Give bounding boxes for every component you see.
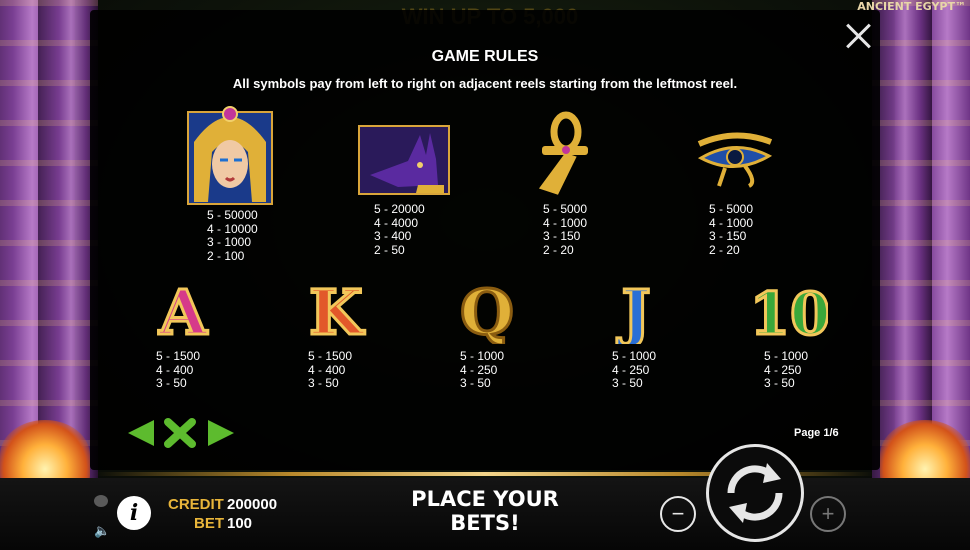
pay-line: 2 - 50	[374, 242, 405, 257]
eye-paytable: 5 - 5000 4 - 1000 3 - 150 2 - 20	[709, 202, 754, 257]
ankh-symbol-icon	[538, 111, 588, 195]
pay-line: 4 - 250	[764, 362, 802, 377]
cleopatra-paytable: 5 - 50000 4 - 10000 3 - 1000 2 - 100	[207, 208, 258, 263]
pay-line: 3 - 400	[374, 229, 412, 243]
decrease-bet-button[interactable]: −	[660, 496, 696, 532]
panel-title: GAME RULES	[431, 48, 539, 65]
pay-line: 3 - 50	[460, 376, 491, 390]
menu-icon[interactable]	[94, 495, 108, 507]
symbol-label: J	[616, 278, 650, 344]
symbol-label: 10	[752, 280, 828, 344]
bet-label: BET	[194, 515, 224, 532]
pay-line: 5 - 5000	[543, 202, 588, 216]
increase-bet-button[interactable]: +	[810, 496, 846, 532]
pay-line: 5 - 5000	[709, 202, 754, 216]
bet-value: 100	[227, 515, 253, 532]
number-ten-paytable: 5 - 1000 4 - 250 3 - 50	[764, 349, 809, 391]
pay-line: 3 - 150	[543, 229, 581, 243]
pay-line: 2 - 20	[543, 242, 574, 257]
letter-a-symbol-icon: A	[156, 278, 209, 344]
letter-q-paytable: 5 - 1000 4 - 250 3 - 50	[460, 349, 505, 391]
pay-line: 3 - 50	[156, 376, 187, 390]
speaker-icon[interactable]: 🔈	[94, 523, 110, 539]
close-icon[interactable]	[845, 22, 873, 50]
pay-line: 4 - 10000	[207, 221, 258, 236]
arrow-left-icon[interactable]	[126, 418, 156, 448]
pay-line: 3 - 50	[308, 376, 339, 390]
right-pillar-inner	[872, 0, 932, 480]
info-button[interactable]: i	[117, 496, 151, 530]
anubis-paytable: 5 - 20000 4 - 4000 3 - 400 2 - 50	[374, 202, 425, 257]
arrow-right-icon[interactable]	[206, 418, 236, 448]
number-ten-symbol-icon: 10	[752, 279, 828, 345]
pay-line: 4 - 250	[612, 362, 650, 377]
credit-label: CREDIT	[168, 496, 224, 513]
anubis-symbol-icon	[358, 125, 450, 195]
page-indicator: Page 1/6	[794, 427, 839, 439]
pay-line: 2 - 20	[709, 242, 740, 257]
pay-line: 5 - 1000	[460, 349, 505, 363]
eye-of-horus-symbol-icon	[697, 132, 773, 188]
pay-line: 5 - 1000	[612, 349, 657, 363]
cleopatra-symbol-icon	[187, 106, 273, 205]
pay-line: 3 - 50	[764, 376, 795, 390]
panel-subtitle: All symbols pay from left to right on ad…	[232, 76, 738, 91]
left-pillar-inner	[38, 0, 98, 480]
pay-line: 4 - 250	[460, 362, 498, 377]
pay-line: 5 - 20000	[374, 202, 425, 216]
x-icon[interactable]	[164, 418, 196, 448]
pay-line: 5 - 1000	[764, 349, 809, 363]
spin-button[interactable]	[706, 444, 804, 542]
letter-k-symbol-icon: K	[308, 278, 367, 344]
pay-line: 5 - 1500	[308, 349, 353, 363]
symbol-label: Q	[460, 278, 514, 344]
pay-line: 4 - 1000	[709, 215, 754, 230]
letter-a-paytable: 5 - 1500 4 - 400 3 - 50	[156, 349, 201, 391]
status-message: PLACE YOUR BETS!	[411, 487, 559, 535]
pay-line: 4 - 400	[156, 362, 194, 377]
pay-line: 2 - 100	[207, 248, 245, 263]
symbol-label: A	[158, 278, 208, 344]
spin-arrows-icon	[727, 463, 783, 523]
letter-q-symbol-icon: Q	[458, 278, 515, 344]
letter-j-paytable: 5 - 1000 4 - 250 3 - 50	[612, 349, 657, 391]
letter-k-paytable: 5 - 1500 4 - 400 3 - 50	[308, 349, 353, 391]
pay-line: 3 - 150	[709, 229, 747, 243]
pay-line: 5 - 50000	[207, 208, 258, 222]
pay-line: 5 - 1500	[156, 349, 201, 363]
pay-line: 4 - 4000	[374, 215, 419, 230]
ankh-paytable: 5 - 5000 4 - 1000 3 - 150 2 - 20	[543, 202, 588, 257]
credit-value: 200000	[227, 496, 278, 513]
pay-line: 4 - 1000	[543, 215, 588, 230]
letter-j-symbol-icon: J	[615, 278, 652, 344]
pay-line: 3 - 1000	[207, 235, 252, 249]
pay-line: 4 - 400	[308, 362, 346, 377]
pay-line: 3 - 50	[612, 376, 643, 390]
symbol-label: K	[309, 278, 365, 344]
